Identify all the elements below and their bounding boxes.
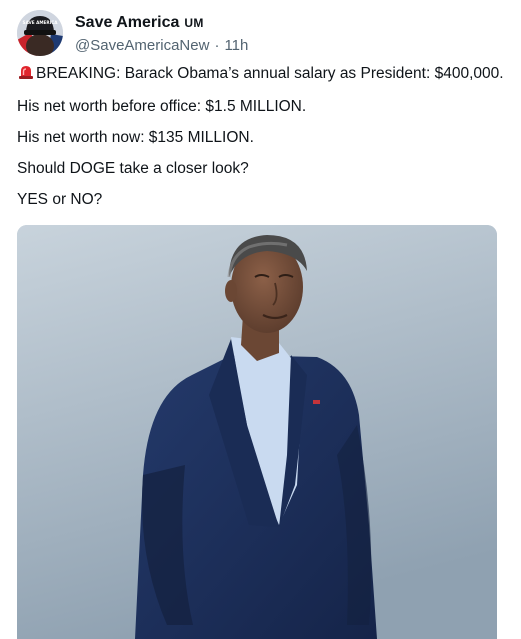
author-name-row[interactable]: Save America UM — [75, 13, 248, 33]
post-line: BREAKING: Barack Obama’s annual salary a… — [17, 64, 512, 86]
post-line: His net worth before office: $1.5 MILLIO… — [17, 98, 307, 115]
avatar-hat-text: SAVE AMERICA — [23, 20, 59, 25]
post-line: Should DOGE take a closer look? — [17, 160, 249, 177]
post-line: YES or NO? — [17, 191, 103, 208]
post-line-text: BREAKING: Barack Obama’s annual salary a… — [36, 65, 504, 82]
avatar-hat-icon: SAVE AMERICA — [17, 10, 63, 56]
author-display-name[interactable]: Save America — [75, 13, 179, 33]
post-media[interactable] — [17, 225, 497, 639]
post-line: His net worth now: $135 MILLION. — [17, 129, 254, 146]
post-text: BREAKING: Barack Obama’s annual salary a… — [17, 64, 512, 221]
siren-icon — [17, 64, 35, 86]
author-handle[interactable]: @SaveAmericaNew — [75, 37, 209, 54]
post-header: SAVE AMERICA Save America UM @SaveAmeric… — [17, 10, 248, 56]
avatar[interactable]: SAVE AMERICA — [17, 10, 63, 56]
post: SAVE AMERICA Save America UM @SaveAmeric… — [0, 0, 521, 639]
author-handle-row: @SaveAmericaNew · 11h — [75, 36, 248, 55]
author-badge: UM — [184, 16, 204, 30]
post-time[interactable]: 11h — [224, 37, 248, 54]
portrait-photo — [17, 225, 497, 639]
author-meta: Save America UM @SaveAmericaNew · 11h — [75, 13, 248, 55]
separator-dot: · — [214, 37, 220, 54]
